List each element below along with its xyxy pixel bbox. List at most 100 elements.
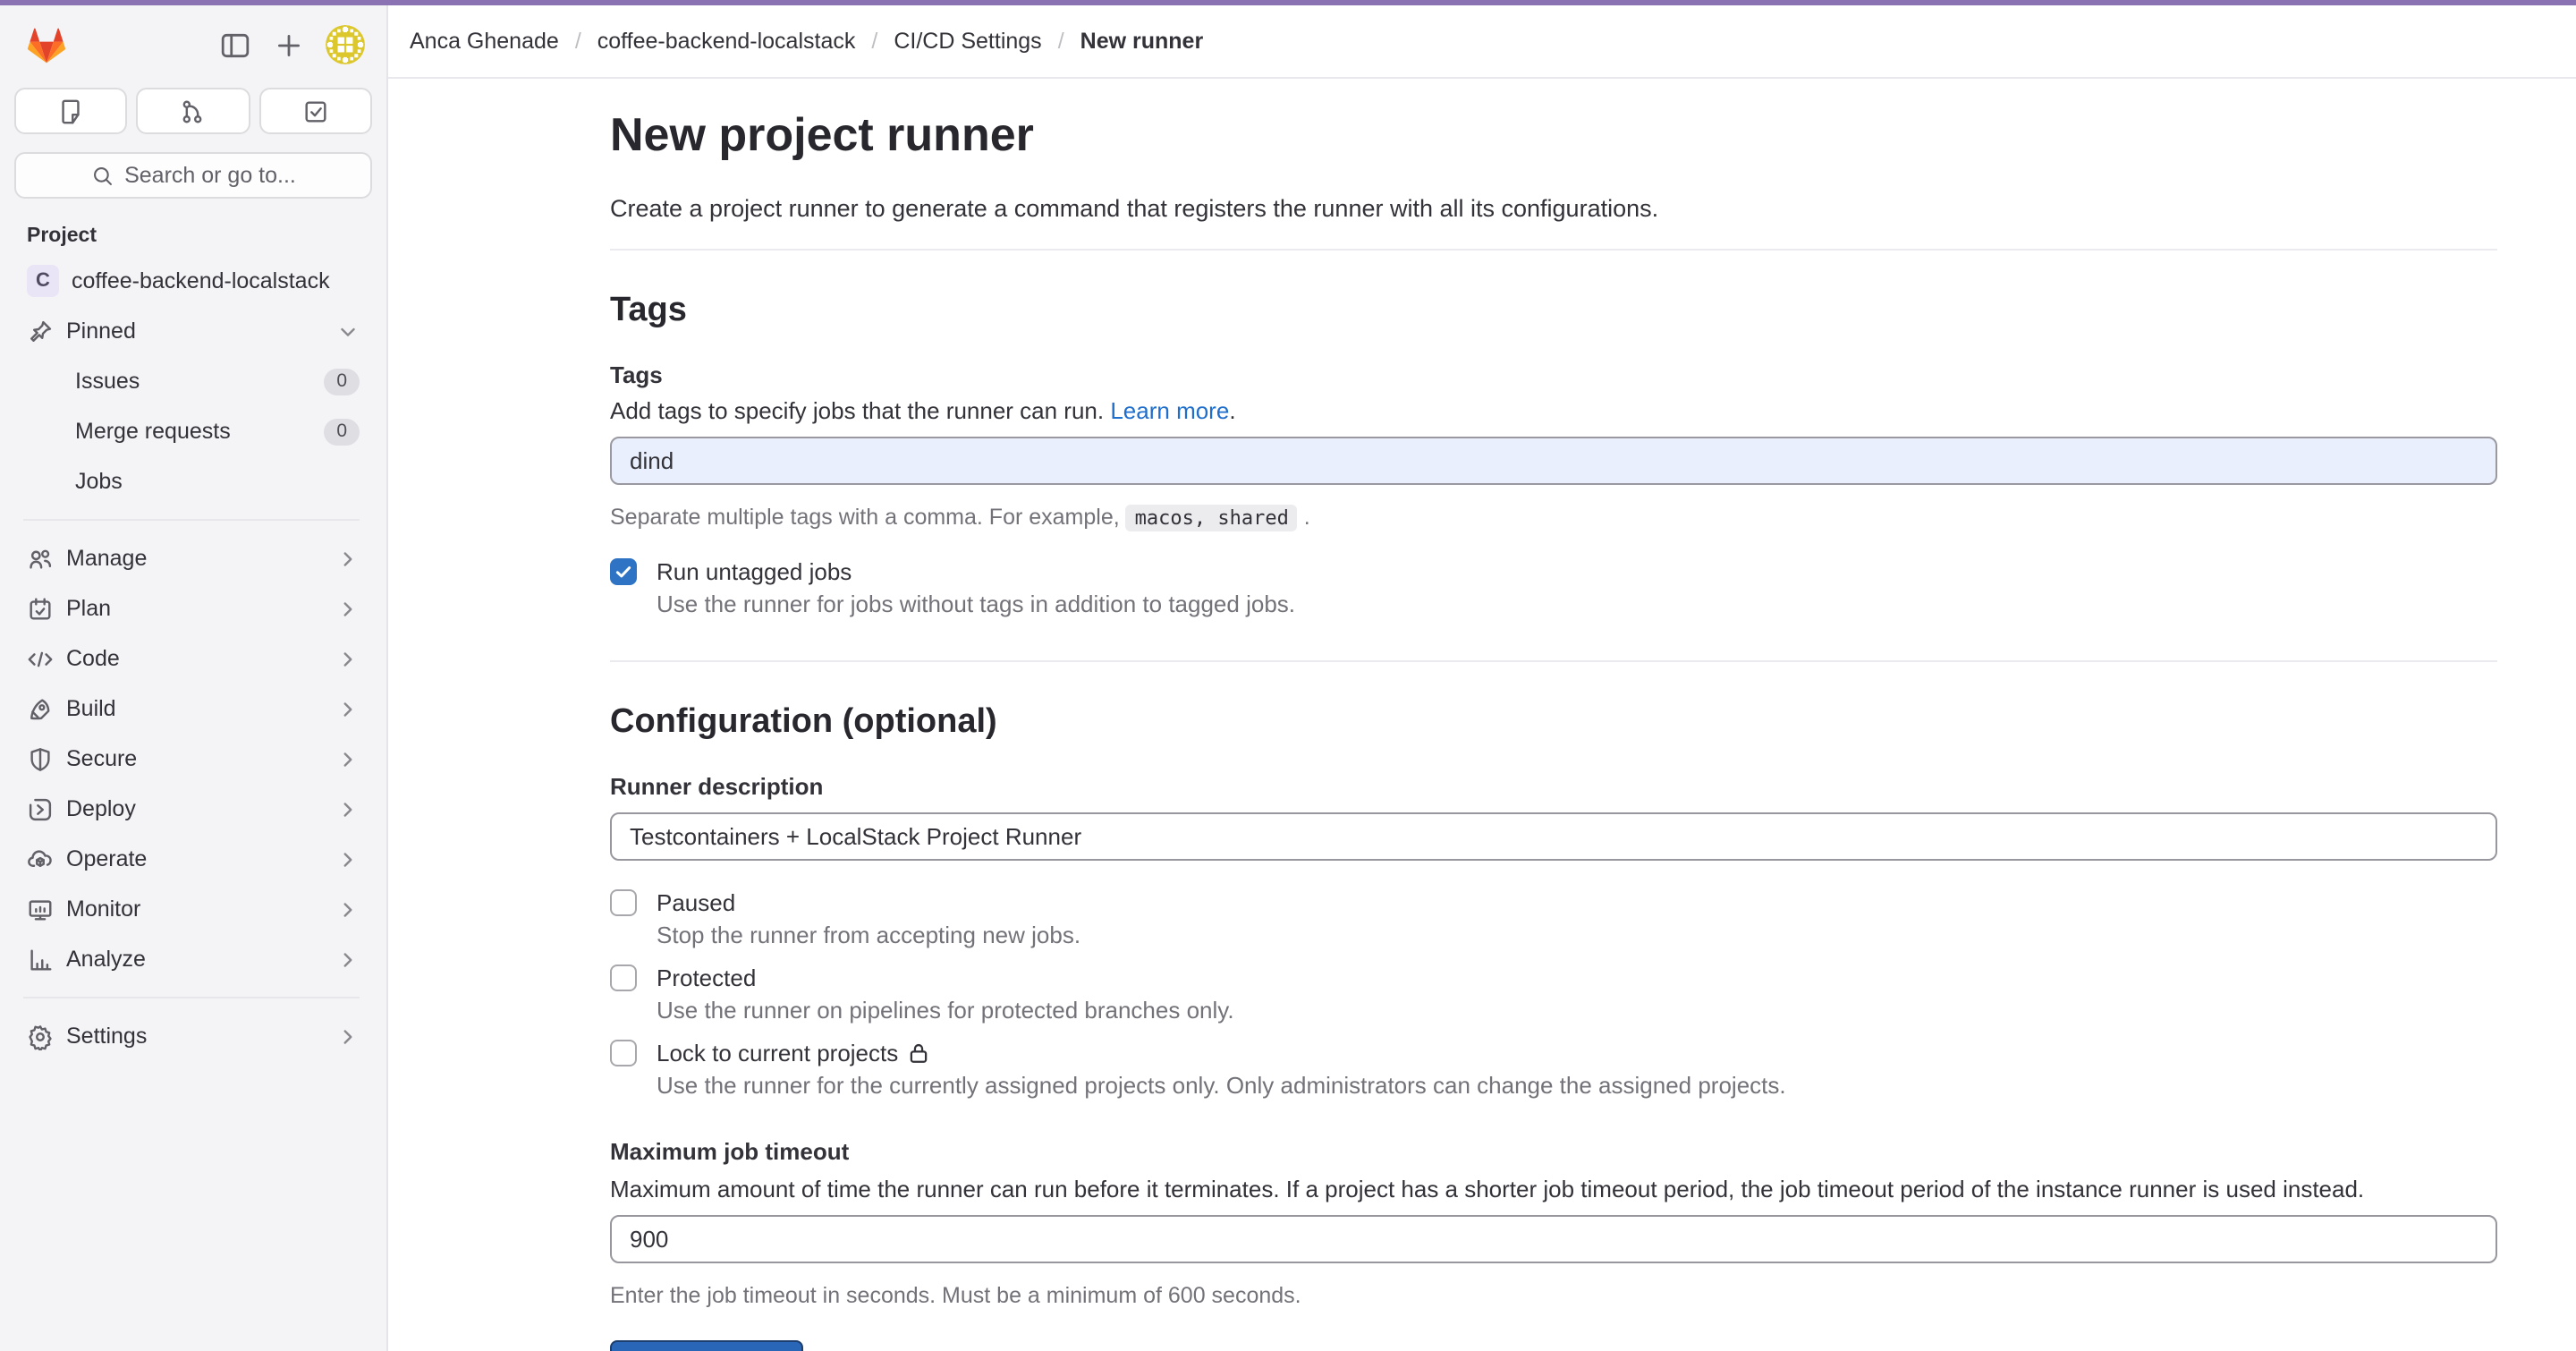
lock-desc: Use the runner for the currently assigne… [657, 1072, 2497, 1099]
tags-section-heading: Tags [610, 290, 2497, 333]
search-input[interactable]: Search or go to... [14, 152, 372, 199]
run-untagged-checkbox[interactable] [610, 558, 637, 585]
section-divider [610, 249, 2497, 251]
shield-icon [27, 745, 54, 772]
check-icon [614, 562, 633, 582]
project-name: coffee-backend-localstack [72, 268, 330, 293]
chevron-right-icon [336, 947, 360, 971]
timeout-input[interactable] [610, 1215, 2497, 1263]
merge-requests-shortcut-button[interactable] [137, 88, 250, 134]
issue-icon [57, 98, 84, 124]
todo-check-icon [302, 98, 329, 124]
search-placeholder: Search or go to... [124, 163, 296, 188]
timeout-hint: Enter the job timeout in seconds. Must b… [610, 1283, 2497, 1308]
issues-shortcut-button[interactable] [14, 88, 128, 134]
sidebar-item-deploy[interactable]: Deploy [9, 786, 377, 832]
breadcrumb-cicd-settings[interactable]: CI/CD Settings [894, 29, 1041, 54]
pin-icon [27, 318, 54, 344]
breadcrumb-project[interactable]: coffee-backend-localstack [597, 29, 856, 54]
config-section-heading: Configuration (optional) [610, 701, 2497, 744]
main-area: Anca Ghenade / coffee-backend-localstack… [388, 5, 2576, 1351]
tags-field-label: Tags [610, 361, 2497, 388]
breadcrumb-separator: / [1058, 29, 1064, 54]
issues-count-badge: 0 [324, 368, 360, 395]
code-icon [27, 645, 54, 672]
breadcrumb-user[interactable]: Anca Ghenade [410, 29, 559, 54]
sidebar-item-settings[interactable]: Settings [9, 1013, 377, 1059]
paused-checkbox-row[interactable]: Paused [610, 889, 2497, 916]
jobs-label: Jobs [75, 469, 123, 494]
chevron-right-icon [336, 547, 360, 570]
chevron-right-icon [336, 797, 360, 820]
protected-checkbox-row[interactable]: Protected [610, 964, 2497, 991]
lock-icon [907, 1041, 930, 1065]
run-untagged-checkbox-row[interactable]: Run untagged jobs [610, 558, 2497, 585]
page-content: New project runner Create a project runn… [388, 79, 2576, 1351]
section-divider [610, 660, 2497, 662]
monitor-icon [27, 896, 54, 922]
sidebar-item-pinned[interactable]: Pinned [9, 308, 377, 354]
sidebar-toggle-icon[interactable] [215, 25, 254, 64]
run-untagged-label: Run untagged jobs [657, 558, 852, 585]
page-title: New project runner [610, 104, 2497, 165]
gitlab-app: Search or go to... Project C coffee-back… [0, 0, 2576, 1351]
tags-help-text: Add tags to specify jobs that the runner… [610, 397, 2497, 424]
project-avatar: C [27, 265, 59, 297]
chevron-right-icon [336, 647, 360, 670]
paused-desc: Stop the runner from accepting new jobs. [657, 922, 2497, 948]
runner-description-label: Runner description [610, 773, 2497, 800]
tags-input[interactable] [610, 437, 2497, 485]
chart-icon [27, 946, 54, 973]
chevron-right-icon [336, 697, 360, 720]
sidebar-item-issues[interactable]: Issues 0 [9, 358, 377, 404]
user-avatar[interactable] [326, 25, 365, 64]
sidebar-item-jobs[interactable]: Jobs [9, 458, 377, 505]
chevron-right-icon [336, 1024, 360, 1048]
sidebar-item-merge-requests[interactable]: Merge requests 0 [9, 408, 377, 455]
issues-label: Issues [75, 369, 140, 394]
merge-requests-count-badge: 0 [324, 418, 360, 445]
protected-desc: Use the runner on pipelines for protecte… [657, 997, 2497, 1024]
runner-description-input[interactable] [610, 812, 2497, 861]
sidebar-item-build[interactable]: Build [9, 685, 377, 732]
tags-hint: Separate multiple tags with a comma. For… [610, 505, 2497, 530]
run-untagged-desc: Use the runner for jobs without tags in … [657, 591, 2497, 617]
breadcrumb: Anca Ghenade / coffee-backend-localstack… [388, 5, 2576, 79]
sidebar-item-project[interactable]: C coffee-backend-localstack [9, 258, 377, 304]
lock-checkbox[interactable] [610, 1040, 637, 1066]
create-new-icon[interactable] [268, 25, 308, 64]
sidebar-item-monitor[interactable]: Monitor [9, 886, 377, 932]
lock-label: Lock to current projects [657, 1040, 898, 1066]
paused-label: Paused [657, 889, 735, 916]
paused-checkbox[interactable] [610, 889, 637, 916]
sidebar-item-manage[interactable]: Manage [9, 535, 377, 582]
chevron-right-icon [336, 897, 360, 921]
search-icon [90, 164, 114, 187]
gear-icon [27, 1023, 54, 1049]
merge-requests-label: Merge requests [75, 419, 231, 444]
create-runner-button[interactable]: Create runner [610, 1340, 803, 1351]
rocket-icon [27, 695, 54, 722]
gitlab-logo[interactable] [23, 21, 70, 68]
todo-shortcut-button[interactable] [258, 88, 372, 134]
sidebar-divider [23, 519, 360, 521]
timeout-desc: Maximum amount of time the runner can ru… [610, 1176, 2497, 1202]
deploy-icon [27, 795, 54, 822]
merge-request-icon [180, 98, 207, 124]
learn-more-link[interactable]: Learn more [1110, 397, 1229, 424]
protected-label: Protected [657, 964, 756, 991]
chevron-right-icon [336, 747, 360, 770]
calendar-icon [27, 595, 54, 622]
chevron-right-icon [336, 597, 360, 620]
sidebar-divider [23, 997, 360, 998]
breadcrumb-separator: / [575, 29, 581, 54]
sidebar-item-operate[interactable]: Operate [9, 836, 377, 882]
sidebar-item-plan[interactable]: Plan [9, 585, 377, 632]
protected-checkbox[interactable] [610, 964, 637, 991]
sidebar-item-analyze[interactable]: Analyze [9, 936, 377, 982]
sidebar-item-secure[interactable]: Secure [9, 735, 377, 782]
sidebar-item-code[interactable]: Code [9, 635, 377, 682]
pinned-label: Pinned [66, 319, 136, 344]
lock-checkbox-row[interactable]: Lock to current projects [610, 1040, 2497, 1066]
super-sidebar: Search or go to... Project C coffee-back… [0, 5, 388, 1351]
